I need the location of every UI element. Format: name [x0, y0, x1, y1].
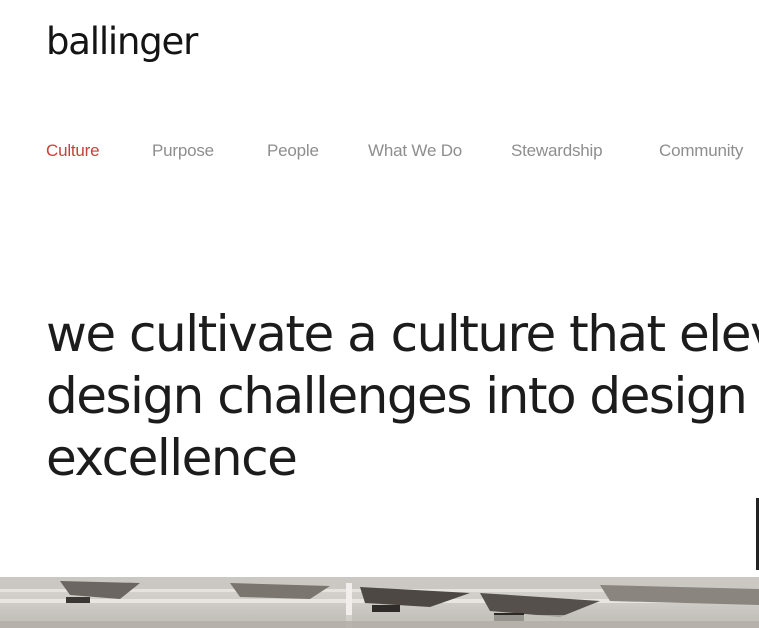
nav-item-culture[interactable]: Culture — [46, 139, 100, 163]
office-ceiling-image — [0, 577, 759, 628]
nav-item-purpose[interactable]: Purpose — [152, 139, 214, 163]
hero-photo — [0, 577, 759, 628]
hero-line: excellence — [46, 429, 298, 487]
nav-item-people[interactable]: People — [267, 139, 319, 163]
hero-heading: we cultivate a culture that eleva design… — [46, 303, 759, 489]
hero-line: design challenges into design — [46, 367, 748, 425]
nav-item-what-we-do[interactable]: What We Do — [368, 139, 462, 163]
ballinger-logo[interactable]: ballinger — [46, 18, 198, 66]
nav-item-stewardship[interactable]: Stewardship — [511, 139, 603, 163]
hero-line: we cultivate a culture that eleva — [46, 305, 759, 363]
nav-item-community[interactable]: Community — [659, 139, 743, 163]
